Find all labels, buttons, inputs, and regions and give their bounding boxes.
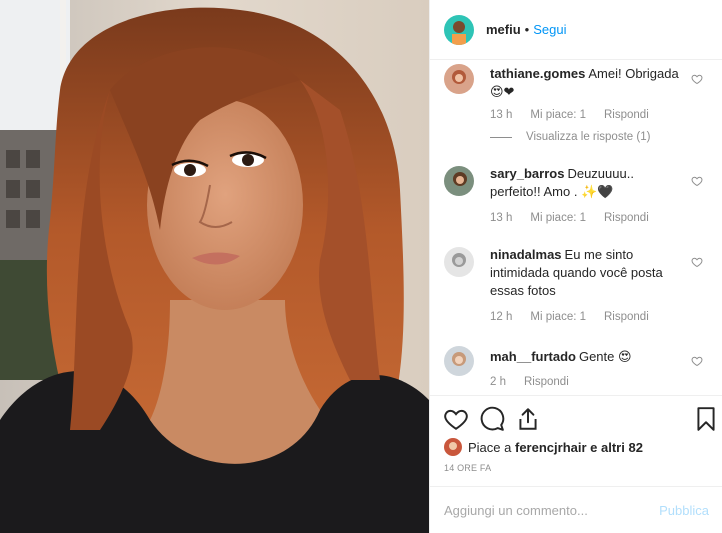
view-replies-label: Visualizza le risposte (1): [526, 131, 651, 143]
comment-likes[interactable]: Mi piace: 1: [530, 212, 586, 224]
post-actions: [430, 395, 722, 441]
comment-avatar[interactable]: [444, 346, 474, 376]
likes-summary[interactable]: Piace a ferencjrhair e altri 82: [444, 437, 643, 457]
likes-others[interactable]: e altri 82: [590, 440, 643, 455]
share-icon[interactable]: [515, 406, 541, 432]
comment-body: mah__furtado Gente 😍: [490, 348, 680, 366]
post-photo-illustration: [0, 0, 429, 533]
comment-username[interactable]: ninadalmas: [490, 247, 562, 262]
heart-icon[interactable]: [443, 406, 469, 432]
comment-text: Gente 😍: [578, 349, 632, 364]
publish-button[interactable]: Pubblica: [659, 503, 709, 518]
comment-username[interactable]: mah__furtado: [490, 349, 576, 364]
header-separator: •: [524, 22, 530, 37]
reply-button[interactable]: Rispondi: [604, 109, 649, 121]
follow-button[interactable]: Segui: [533, 22, 566, 37]
liker-username[interactable]: ferencjrhair: [515, 440, 587, 455]
heart-icon[interactable]: [691, 73, 703, 85]
likes-prefix: Piace a: [468, 439, 512, 455]
comment-meta: 12 h Mi piace: 1 Rispondi: [490, 311, 667, 323]
reply-button[interactable]: Rispondi: [604, 212, 649, 224]
comment-username[interactable]: sary_barros: [490, 166, 564, 181]
comment-likes[interactable]: Mi piace: 1: [530, 311, 586, 323]
view-replies-button[interactable]: Visualizza le risposte (1): [490, 131, 650, 143]
comment-body: ninadalmas Eu me sinto intimidada quando …: [490, 246, 680, 300]
post-details-panel: mefiu • Segui tathiane.gomes Amei! Obriga…: [429, 0, 722, 533]
post-timestamp[interactable]: 14 ORE FA: [444, 463, 491, 473]
comment-meta: 13 h Mi piace: 1 Rispondi: [490, 109, 667, 121]
comment-input[interactable]: [444, 502, 660, 518]
comments-list[interactable]: tathiane.gomes Amei! Obrigada 😍❤ 13 h Mi p…: [430, 61, 722, 395]
comment-avatar[interactable]: [444, 247, 474, 277]
comment-likes[interactable]: Mi piace: 1: [530, 109, 586, 121]
add-comment-form: Pubblica: [430, 486, 722, 533]
comment-time[interactable]: 13 h: [490, 109, 512, 121]
liker-avatar[interactable]: [444, 438, 462, 456]
reply-button[interactable]: Rispondi: [604, 311, 649, 323]
comment-time[interactable]: 2 h: [490, 376, 506, 388]
post-photo[interactable]: [0, 0, 429, 533]
author-username[interactable]: mefiu: [486, 22, 521, 37]
comment-avatar[interactable]: [444, 64, 474, 94]
author-avatar[interactable]: [444, 14, 474, 45]
comment-time[interactable]: 12 h: [490, 311, 512, 323]
comment-username[interactable]: tathiane.gomes: [490, 66, 585, 81]
post-header: mefiu • Segui: [430, 0, 722, 60]
bookmark-icon[interactable]: [693, 406, 719, 432]
comment-body: sary_barros Deuzuuuu.. perfeito!! Amo . ✨…: [490, 165, 680, 201]
reply-button[interactable]: Rispondi: [524, 376, 569, 388]
replies-divider: [490, 136, 512, 138]
heart-icon[interactable]: [691, 175, 703, 187]
heart-icon[interactable]: [691, 355, 703, 367]
comment-avatar[interactable]: [444, 166, 474, 196]
comment-time[interactable]: 13 h: [490, 212, 512, 224]
comment-body: tathiane.gomes Amei! Obrigada 😍❤: [490, 65, 680, 101]
heart-icon[interactable]: [691, 256, 703, 268]
comment-meta: 2 h Rispondi: [490, 376, 587, 388]
comment-bubble-icon[interactable]: [479, 406, 505, 432]
comment-meta: 13 h Mi piace: 1 Rispondi: [490, 212, 667, 224]
